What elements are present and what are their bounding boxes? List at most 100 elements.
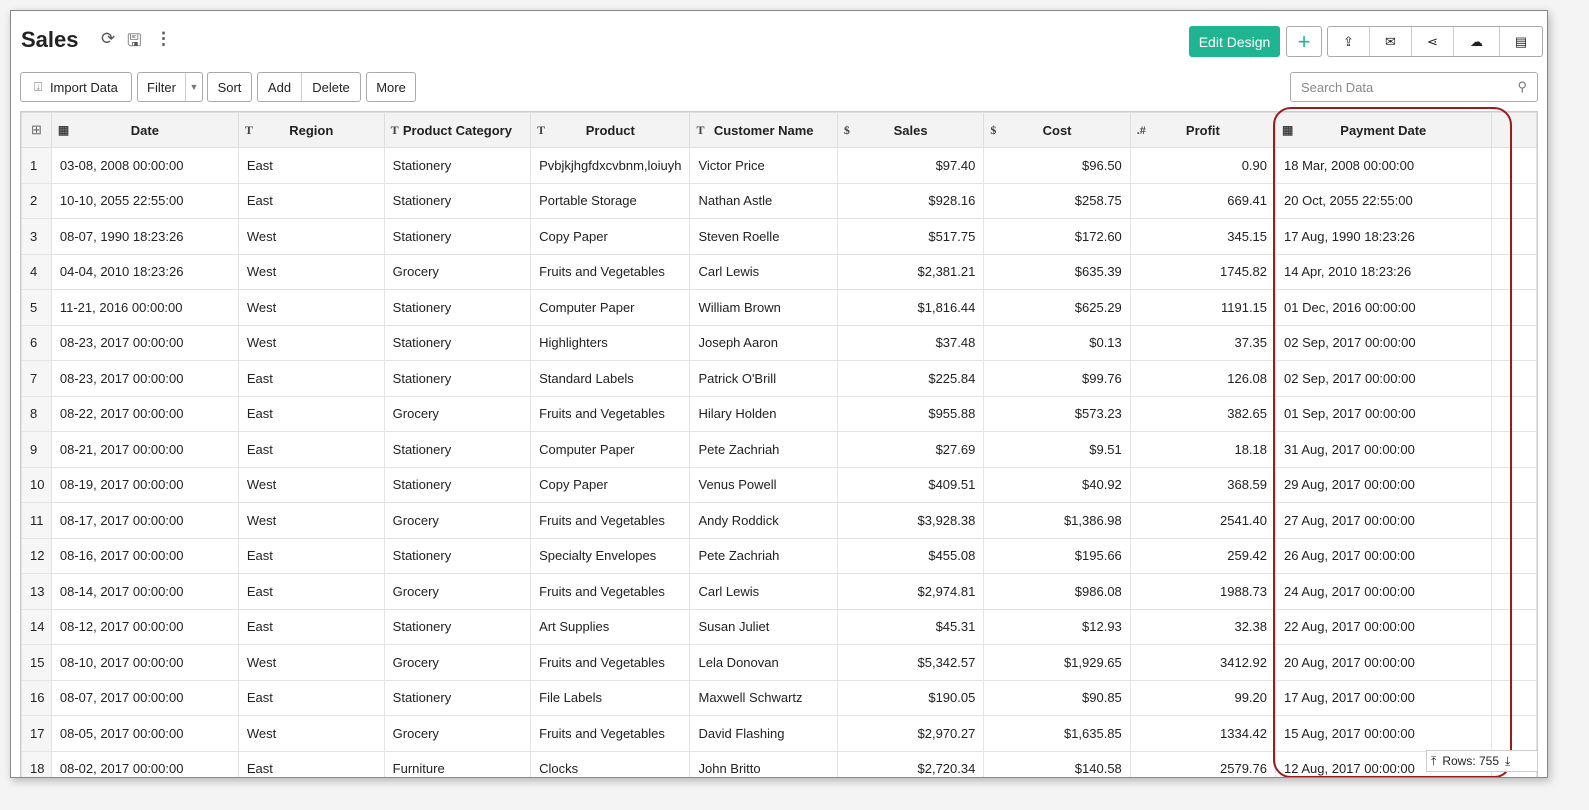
cell-payment-date[interactable]: 18 Mar, 2008 00:00:00 (1275, 147, 1492, 184)
cell-date[interactable]: 08-12, 2017 00:00:00 (50, 608, 239, 645)
cell-cost[interactable]: $1,929.65 (983, 644, 1131, 681)
cell-product[interactable]: Standard Labels (530, 360, 691, 397)
save-icon[interactable]: 🖫 (127, 28, 141, 57)
cell-product[interactable]: Fruits and Vegetables (530, 573, 691, 610)
cell-date[interactable]: 08-21, 2017 00:00:00 (50, 431, 239, 468)
cell-cost[interactable]: $573.23 (983, 395, 1131, 432)
cell-profit[interactable]: 368.59 (1129, 466, 1277, 503)
column-header-product[interactable]: T Product (530, 112, 691, 148)
cell-product[interactable]: Art Supplies (530, 608, 691, 645)
cell-customer-name[interactable]: Lela Donovan (689, 644, 838, 681)
cell-product-category[interactable]: Grocery (383, 573, 532, 610)
column-settings-icon[interactable]: ⊞ (21, 112, 52, 148)
cell-sales[interactable]: $190.05 (836, 679, 985, 716)
cell-payment-date[interactable]: 01 Sep, 2017 00:00:00 (1275, 395, 1492, 432)
table-row[interactable]: 7 08-23, 2017 00:00:00 East Stationery Stand… (21, 360, 1537, 397)
cell-sales[interactable]: $5,342.57 (836, 644, 985, 681)
more-button[interactable]: More (366, 72, 416, 102)
cell-region[interactable]: West (237, 715, 385, 752)
cell-payment-date[interactable]: 24 Aug, 2017 00:00:00 (1275, 573, 1492, 610)
cell-profit[interactable]: 259.42 (1129, 537, 1277, 574)
cell-date[interactable]: 08-22, 2017 00:00:00 (50, 395, 239, 432)
cell-region[interactable]: East (237, 679, 385, 716)
cell-profit[interactable]: 2579.76 (1129, 750, 1277, 777)
cell-profit[interactable]: 0.90 (1129, 147, 1277, 184)
cell-date[interactable]: 08-19, 2017 00:00:00 (50, 466, 239, 503)
cell-region[interactable]: West (237, 502, 385, 539)
table-row[interactable]: 17 08-05, 2017 00:00:00 West Grocery Fruits … (21, 715, 1537, 752)
cell-product-category[interactable]: Furniture (383, 750, 532, 777)
cell-sales[interactable]: $37.48 (836, 324, 985, 361)
cell-region[interactable]: West (237, 289, 385, 326)
cell-product[interactable]: Clocks (530, 750, 691, 777)
cell-customer-name[interactable]: Carl Lewis (689, 573, 838, 610)
cell-cost[interactable]: $625.29 (983, 289, 1131, 326)
cell-customer-name[interactable]: Maxwell Schwartz (689, 679, 838, 716)
cell-customer-name[interactable]: Steven Roelle (689, 218, 838, 255)
cell-date[interactable]: 08-17, 2017 00:00:00 (50, 502, 239, 539)
cell-product[interactable]: Pvbjkjhgfdxcvbnm,loiuyh (530, 147, 691, 184)
cell-region[interactable]: West (237, 324, 385, 361)
cell-sales[interactable]: $97.40 (836, 147, 985, 184)
cell-customer-name[interactable]: Andy Roddick (689, 502, 838, 539)
cell-payment-date[interactable]: 29 Aug, 2017 00:00:00 (1275, 466, 1492, 503)
cell-payment-date[interactable]: 22 Aug, 2017 00:00:00 (1275, 608, 1492, 645)
cell-profit[interactable]: 3412.92 (1129, 644, 1277, 681)
cell-customer-name[interactable]: William Brown (689, 289, 838, 326)
cell-payment-date[interactable]: 02 Sep, 2017 00:00:00 (1275, 360, 1492, 397)
cell-payment-date[interactable]: 17 Aug, 2017 00:00:00 (1275, 679, 1492, 716)
cloud-upload-icon[interactable]: ☁ (1454, 27, 1500, 56)
cell-sales[interactable]: $45.31 (836, 608, 985, 645)
cell-profit[interactable]: 1334.42 (1129, 715, 1277, 752)
add-button[interactable]: + (1286, 26, 1322, 57)
cell-region[interactable]: East (237, 537, 385, 574)
cell-product-category[interactable]: Grocery (383, 395, 532, 432)
table-row[interactable]: 9 08-21, 2017 00:00:00 East Stationery Compu… (21, 431, 1537, 468)
cell-payment-date[interactable]: 14 Apr, 2010 18:23:26 (1275, 253, 1492, 290)
column-header-product-category[interactable]: T Product Category (383, 112, 532, 148)
cell-profit[interactable]: 669.41 (1129, 182, 1277, 219)
column-header-cost[interactable]: $ Cost (983, 112, 1131, 148)
cell-product-category[interactable]: Stationery (383, 289, 532, 326)
cell-date[interactable]: 08-16, 2017 00:00:00 (50, 537, 239, 574)
search-icon[interactable]: ⚲ (1517, 79, 1527, 95)
scroll-top-icon[interactable]: ⤒ (1431, 754, 1436, 769)
cell-cost[interactable]: $258.75 (983, 182, 1131, 219)
cell-product-category[interactable]: Stationery (383, 608, 532, 645)
cell-customer-name[interactable]: Joseph Aaron (689, 324, 838, 361)
cell-profit[interactable]: 32.38 (1129, 608, 1277, 645)
cell-product-category[interactable]: Stationery (383, 431, 532, 468)
cell-profit[interactable]: 382.65 (1129, 395, 1277, 432)
cell-customer-name[interactable]: Patrick O'Brill (689, 360, 838, 397)
cell-cost[interactable]: $0.13 (983, 324, 1131, 361)
cell-sales[interactable]: $455.08 (836, 537, 985, 574)
cell-date[interactable]: 08-23, 2017 00:00:00 (50, 324, 239, 361)
cell-customer-name[interactable]: Victor Price (689, 147, 838, 184)
cell-product[interactable]: Fruits and Vegetables (530, 502, 691, 539)
cell-date[interactable]: 08-23, 2017 00:00:00 (50, 360, 239, 397)
cell-date[interactable]: 08-14, 2017 00:00:00 (50, 573, 239, 610)
cell-sales[interactable]: $2,720.34 (836, 750, 985, 777)
cell-product-category[interactable]: Grocery (383, 502, 532, 539)
cell-sales[interactable]: $928.16 (836, 182, 985, 219)
cell-product-category[interactable]: Grocery (383, 253, 532, 290)
cell-region[interactable]: East (237, 431, 385, 468)
table-row[interactable]: 16 08-07, 2017 00:00:00 East Stationery File… (21, 679, 1537, 716)
email-icon[interactable]: ✉ (1370, 27, 1412, 56)
cell-payment-date[interactable]: 20 Oct, 2055 22:55:00 (1275, 182, 1492, 219)
cell-profit[interactable]: 1191.15 (1129, 289, 1277, 326)
share-icon[interactable]: ⋖ (1412, 27, 1454, 56)
cell-region[interactable]: East (237, 182, 385, 219)
add-row-button[interactable]: Add (258, 73, 302, 101)
cell-sales[interactable]: $2,970.27 (836, 715, 985, 752)
cell-product-category[interactable]: Grocery (383, 715, 532, 752)
table-row[interactable]: 3 08-07, 1990 18:23:26 West Stationery Copy … (21, 218, 1537, 255)
table-row[interactable]: 15 08-10, 2017 00:00:00 West Grocery Fruits … (21, 644, 1537, 681)
import-data-button[interactable]: ⍗ Import Data (20, 72, 132, 102)
cell-cost[interactable]: $40.92 (983, 466, 1131, 503)
table-row[interactable]: 5 11-21, 2016 00:00:00 West Stationery Compu… (21, 289, 1537, 326)
cell-region[interactable]: West (237, 218, 385, 255)
cell-profit[interactable]: 345.15 (1129, 218, 1277, 255)
cell-region[interactable]: West (237, 466, 385, 503)
cell-customer-name[interactable]: David Flashing (689, 715, 838, 752)
